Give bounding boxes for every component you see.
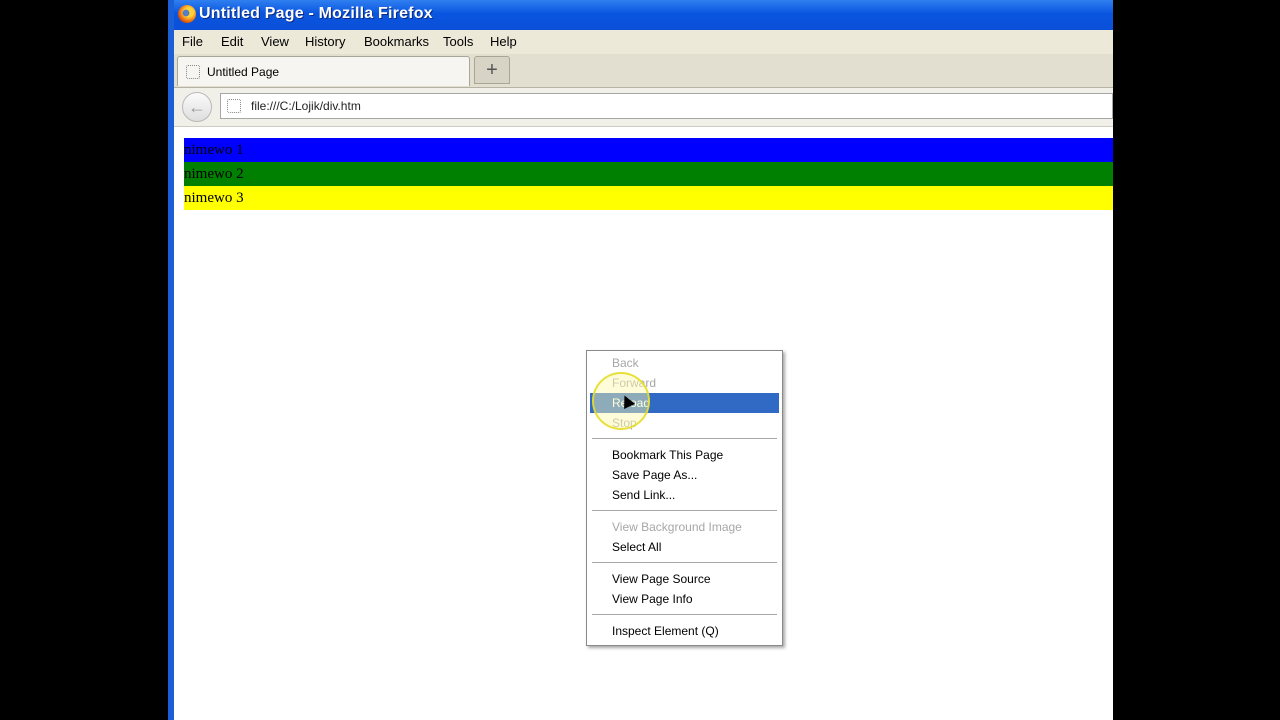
window-title: Untitled Page - Mozilla Firefox (199, 5, 433, 22)
url-bar[interactable]: file:///C:/Lojik/div.htm (220, 93, 1113, 119)
ctx-view-page-source[interactable]: View Page Source (590, 569, 779, 589)
ctx-back[interactable]: Back (590, 353, 779, 373)
div-row-2: nimewo 2 (184, 162, 1113, 186)
back-button[interactable]: ← (182, 92, 212, 122)
page-favicon-icon (186, 65, 200, 79)
page-favicon-icon (227, 99, 241, 113)
menu-bookmarks[interactable]: Bookmarks (364, 34, 429, 49)
back-arrow-icon: ← (188, 97, 206, 117)
menu-bar: File Edit View History Bookmarks Tools H… (174, 30, 1113, 54)
context-menu: Back Forward Reload Stop Bookmark This P… (586, 350, 783, 646)
menu-history[interactable]: History (305, 34, 345, 49)
tab-label: Untitled Page (207, 65, 280, 79)
ctx-separator (592, 510, 777, 511)
navigation-toolbar: ← file:///C:/Lojik/div.htm (174, 88, 1113, 127)
div-row-1: nimewo 1 (184, 138, 1113, 162)
ctx-select-all[interactable]: Select All (590, 537, 779, 557)
ctx-stop[interactable]: Stop (590, 413, 779, 433)
ctx-save-page-as[interactable]: Save Page As... (590, 465, 779, 485)
url-text: file:///C:/Lojik/div.htm (251, 99, 361, 113)
ctx-forward[interactable]: Forward (590, 373, 779, 393)
ctx-bookmark-this-page[interactable]: Bookmark This Page (590, 445, 779, 465)
ctx-inspect-element[interactable]: Inspect Element (Q) (590, 621, 779, 641)
ctx-separator (592, 438, 777, 439)
ctx-separator (592, 614, 777, 615)
title-bar[interactable]: Untitled Page - Mozilla Firefox (168, 0, 1113, 30)
ctx-view-background-image[interactable]: View Background Image (590, 517, 779, 537)
window-left-border (168, 0, 174, 720)
firefox-icon (178, 5, 196, 23)
tab-strip: Untitled Page + (174, 54, 1113, 88)
ctx-separator (592, 562, 777, 563)
menu-edit[interactable]: Edit (221, 34, 243, 49)
tab-untitled-page[interactable]: Untitled Page (177, 56, 470, 86)
menu-file[interactable]: File (182, 34, 203, 49)
menu-tools[interactable]: Tools (443, 34, 473, 49)
ctx-send-link[interactable]: Send Link... (590, 485, 779, 505)
div-row-3: nimewo 3 (184, 186, 1113, 210)
new-tab-button[interactable]: + (474, 56, 510, 84)
menu-help[interactable]: Help (490, 34, 517, 49)
menu-view[interactable]: View (261, 34, 289, 49)
ctx-view-page-info[interactable]: View Page Info (590, 589, 779, 609)
ctx-reload[interactable]: Reload (590, 393, 779, 413)
